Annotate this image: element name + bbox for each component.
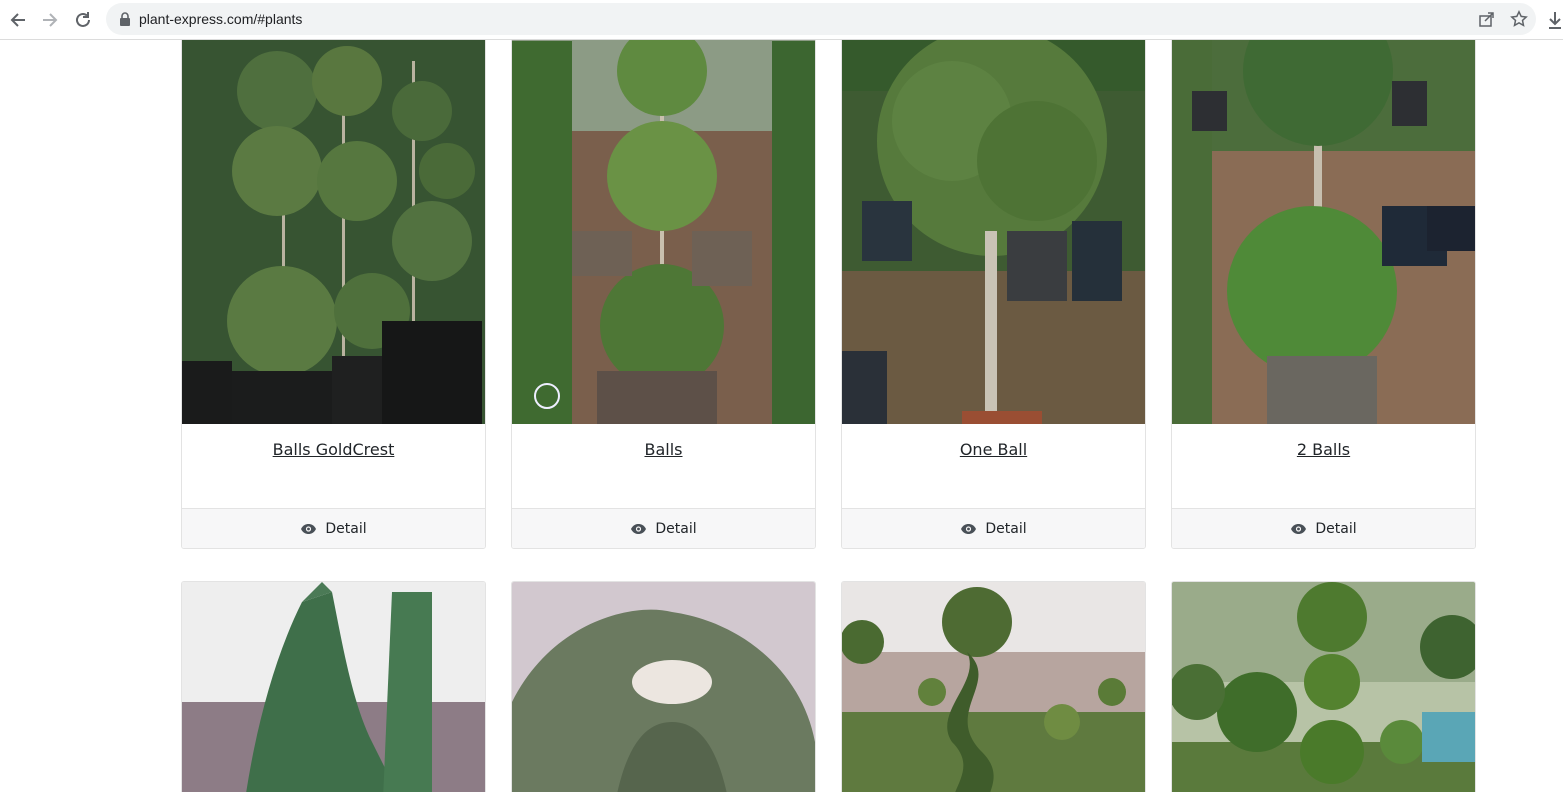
product-card [511, 581, 816, 792]
reload-button[interactable] [71, 8, 95, 32]
detail-label: Detail [655, 521, 697, 537]
browser-toolbar: plant-express.com/#plants [0, 0, 1563, 40]
eye-icon [1291, 524, 1307, 534]
product-image[interactable] [182, 582, 485, 792]
product-title[interactable]: One Ball [842, 440, 1145, 459]
product-card: One Ball Detail [841, 40, 1146, 549]
product-card: Balls Detail [511, 40, 816, 549]
plant-photo [842, 582, 1145, 792]
product-image[interactable] [842, 582, 1145, 792]
eye-icon [631, 524, 647, 534]
lock-icon [120, 12, 130, 26]
product-title[interactable]: Balls GoldCrest [182, 440, 485, 459]
product-image[interactable] [842, 40, 1145, 424]
arrow-right-icon [43, 13, 58, 27]
forward-button[interactable] [38, 8, 62, 32]
detail-label: Detail [1315, 521, 1357, 537]
product-card [841, 581, 1146, 792]
product-card: Balls GoldCrest Detail [181, 40, 486, 549]
product-image[interactable] [512, 582, 815, 792]
product-card: 2 Balls Detail [1171, 40, 1476, 549]
detail-button[interactable]: Detail [512, 508, 815, 548]
detail-label: Detail [985, 521, 1027, 537]
eye-icon [301, 524, 317, 534]
plant-photo [1172, 582, 1475, 792]
product-title[interactable]: 2 Balls [1172, 440, 1475, 459]
back-button[interactable] [6, 8, 30, 32]
detail-button[interactable]: Detail [182, 508, 485, 548]
product-card [1171, 581, 1476, 792]
product-image[interactable] [512, 40, 815, 424]
product-title[interactable]: Balls [512, 440, 815, 459]
product-image[interactable] [182, 40, 485, 424]
detail-button[interactable]: Detail [842, 508, 1145, 548]
download-icon[interactable] [1547, 10, 1563, 30]
star-icon[interactable] [1510, 10, 1528, 28]
plant-photo [182, 582, 485, 792]
plant-photo [182, 40, 485, 424]
share-icon[interactable] [1478, 10, 1496, 28]
detail-label: Detail [325, 521, 367, 537]
plant-photo [1172, 40, 1475, 424]
reload-icon [76, 12, 90, 27]
product-image[interactable] [1172, 582, 1475, 792]
product-card [181, 581, 486, 792]
address-bar[interactable]: plant-express.com/#plants [106, 3, 1536, 35]
arrow-left-icon [10, 13, 25, 27]
plant-photo [512, 40, 815, 424]
detail-button[interactable]: Detail [1172, 508, 1475, 548]
plant-photo [512, 582, 815, 792]
plant-photo [842, 40, 1145, 424]
plants-section: Balls GoldCrest Detail Balls Detail One … [0, 40, 1563, 792]
eye-icon [961, 524, 977, 534]
product-image[interactable] [1172, 40, 1475, 424]
url-text: plant-express.com/#plants [139, 11, 303, 27]
